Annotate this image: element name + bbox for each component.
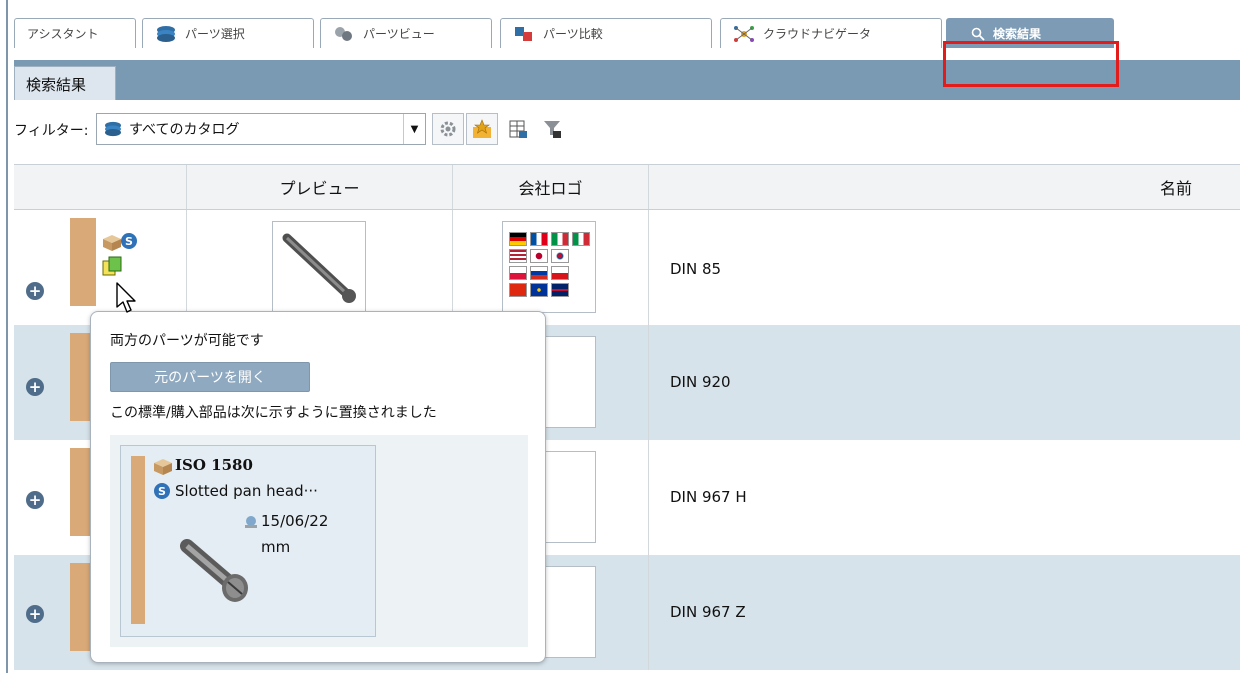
- tab-label: パーツ選択: [185, 27, 245, 41]
- mouse-cursor-icon: [116, 282, 136, 313]
- tab-cloud-navigator[interactable]: クラウドナビゲータ: [720, 18, 942, 48]
- screw-preview-image: [180, 539, 248, 602]
- tab-label: パーツビュー: [363, 27, 435, 41]
- filter-toolbar: フィルター: すべてのカタログ ▼: [14, 100, 1240, 164]
- svg-text:S: S: [125, 235, 133, 248]
- export-button[interactable]: [502, 113, 534, 145]
- tab-label: パーツ比較: [543, 27, 603, 41]
- expand-icon[interactable]: +: [26, 491, 44, 509]
- settings-button[interactable]: [432, 113, 464, 145]
- expand-icon[interactable]: +: [26, 282, 44, 300]
- tab-label: アシスタント: [27, 27, 99, 41]
- expand-icon[interactable]: +: [26, 605, 44, 623]
- tab-label: クラウドナビゲータ: [763, 27, 872, 41]
- column-header-company-logo[interactable]: 会社ロゴ: [452, 165, 648, 209]
- bolt-preview-image: [282, 233, 356, 303]
- column-header-name[interactable]: 名前: [648, 165, 1240, 209]
- replacement-parts-icon[interactable]: [102, 256, 122, 276]
- card-status-bar: [131, 456, 145, 624]
- expand-icon[interactable]: +: [26, 378, 44, 396]
- card-part-code: ISO 1580: [175, 456, 253, 474]
- tab-parts-view[interactable]: パーツビュー: [320, 18, 492, 48]
- card-unit: mm: [261, 538, 291, 556]
- tab-label: 検索結果: [993, 27, 1042, 41]
- gear-icon: [440, 121, 456, 137]
- highlight-box: [943, 41, 1119, 87]
- svg-text:S: S: [158, 485, 166, 498]
- column-header-preview[interactable]: プレビュー: [186, 165, 452, 209]
- standard-s-icon: S: [121, 233, 137, 249]
- replacement-list: ISO 1580 S Slotted pan head··· 15/06/22 …: [110, 435, 528, 647]
- part-name[interactable]: DIN 967 Z: [670, 603, 746, 621]
- search-icon: [971, 27, 985, 41]
- part-cube-icon: [154, 459, 172, 475]
- filter-label: フィルター:: [14, 123, 89, 139]
- window-left-border: [0, 0, 8, 673]
- favorites-button[interactable]: [466, 113, 498, 145]
- card-date: 15/06/22: [261, 512, 329, 530]
- filter-selected-value: すべてのカタログ: [129, 122, 240, 138]
- table-row[interactable]: + S DIN 85: [14, 210, 1240, 325]
- tab-parts-selection[interactable]: パーツ選択: [142, 18, 314, 48]
- part-name[interactable]: DIN 85: [670, 260, 721, 278]
- company-logo-flags: [502, 221, 596, 313]
- table-header: プレビュー 会社ロゴ 名前: [14, 164, 1240, 210]
- replacement-popup: 両方のパーツが可能です 元のパーツを開く この標準/購入部品は次に示すように置換…: [90, 311, 546, 663]
- part-name[interactable]: DIN 967 H: [670, 488, 747, 506]
- globe-icon: [245, 516, 257, 528]
- catalog-stack-icon: [157, 25, 175, 42]
- cloud-navigator-icon: [734, 25, 754, 42]
- parts-view-icon: [335, 26, 352, 41]
- card-part-description: Slotted pan head···: [175, 482, 318, 500]
- part-cube-icon: [103, 235, 121, 251]
- subtab-search-results[interactable]: 検索結果: [14, 66, 116, 100]
- open-original-part-button[interactable]: 元のパーツを開く: [110, 362, 310, 392]
- standard-s-icon: S: [154, 483, 170, 499]
- popup-description: この標準/購入部品は次に示すように置換されました: [110, 405, 437, 421]
- catalog-stack-icon: [105, 121, 121, 137]
- replacement-part-card[interactable]: ISO 1580 S Slotted pan head··· 15/06/22 …: [120, 445, 376, 637]
- part-preview[interactable]: [272, 221, 366, 313]
- tab-assistant[interactable]: アシスタント: [14, 18, 136, 48]
- funnel-icon: [544, 121, 561, 138]
- row-status-bar: [70, 218, 96, 306]
- filter-button[interactable]: [536, 113, 568, 145]
- column-header-name-label: 名前: [1159, 179, 1192, 198]
- dropdown-caret-icon[interactable]: ▼: [403, 114, 425, 144]
- parts-compare-icon: [515, 26, 532, 41]
- part-name[interactable]: DIN 920: [670, 373, 731, 391]
- star-folder-icon: [473, 119, 491, 138]
- tab-parts-compare[interactable]: パーツ比較: [500, 18, 712, 48]
- popup-title: 両方のパーツが可能です: [110, 333, 264, 349]
- spreadsheet-icon: [509, 120, 527, 138]
- catalog-filter-select[interactable]: すべてのカタログ ▼: [96, 113, 426, 145]
